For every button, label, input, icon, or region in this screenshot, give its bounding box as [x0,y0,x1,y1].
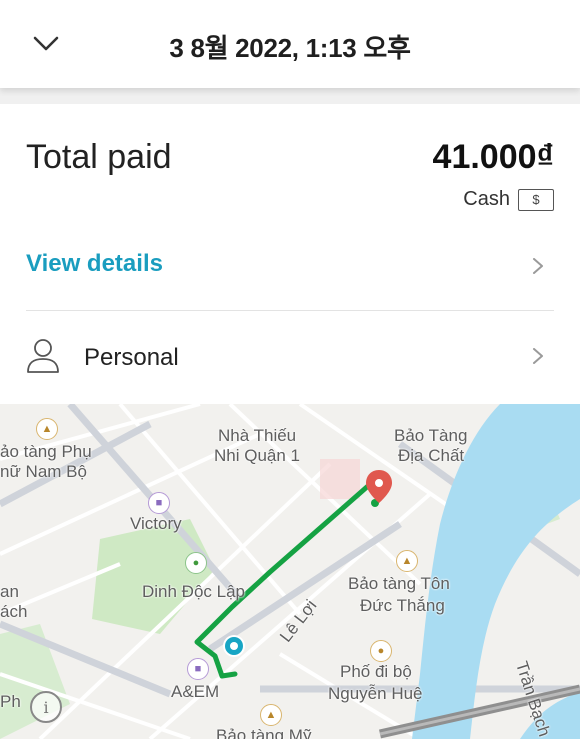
view-details-link[interactable]: View details [26,250,163,278]
header-separator [0,88,580,104]
destination-pin-icon [366,470,392,503]
trip-map[interactable]: ▲ ▲ ● ▲ ■ ■ ● Nhà Thiếu Nhi Quận 1 Bảo T… [0,404,580,739]
map-label: Bảo tàng Tôn [348,574,450,593]
top-bar: 3 8월 2022, 1:13 오후 [0,0,580,88]
total-paid-amount: 41.000₫ [432,138,554,176]
map-label: Nhi Quận 1 [214,446,300,465]
profile-row[interactable]: Personal [0,316,580,396]
hotel-icon: ■ [187,658,209,680]
map-label: Victory [130,514,182,533]
map-label: Bảo Tàng [394,426,468,445]
museum-icon: ▲ [260,704,282,726]
map-label: ách [0,602,28,621]
park-area [92,519,215,634]
building-block [320,459,360,499]
trip-date-title: 3 8월 2022, 1:13 오후 [169,33,411,63]
museum-icon: ▲ [36,418,58,440]
view-details-row[interactable]: View details [0,230,580,300]
map-label: Dinh Độc Lập [142,582,246,601]
profile-label: Personal [84,344,179,371]
payment-method: Cash $ [463,188,554,211]
cash-icon: $ [518,188,554,211]
landmark-icon: ● [370,640,392,662]
map-info-button[interactable]: i [30,691,62,723]
map-label: Đức Thắng [360,596,445,615]
map-label: ảo tàng Phụ [0,442,92,461]
chevron-right-icon [533,258,543,274]
park-icon: ● [185,552,207,574]
map-label: Địa Chất [398,446,465,465]
map-label: nữ Nam Bộ [0,462,87,481]
origin-marker-icon [223,635,245,657]
map-label: Nguyễn Huệ [328,684,423,703]
chevron-right-icon [533,348,543,364]
map-label: A&EM [171,682,220,701]
total-paid-label: Total paid [26,138,172,176]
hotel-icon: ■ [148,492,170,514]
map-label: Ph [0,692,21,711]
person-icon [27,339,59,373]
info-icon: i [43,697,49,717]
divider [26,310,554,311]
payment-method-label: Cash [463,188,510,210]
museum-icon: ▲ [396,550,418,572]
map-label: Nhà Thiếu [218,426,297,445]
map-label: an [0,582,19,601]
map-label: Bảo tàng Mỹ [216,726,312,739]
payment-card: Total paid 41.000₫ Cash $ View details P… [0,104,580,404]
map-label: Phố đi bộ [340,662,412,681]
